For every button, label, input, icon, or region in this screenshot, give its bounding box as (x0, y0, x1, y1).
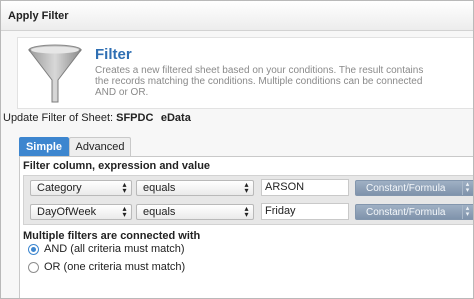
value-type-label: Constant/Formula (366, 183, 446, 194)
column-select[interactable]: DayOfWeek ▴ ▾ (30, 204, 132, 220)
apply-filter-dialog: Apply Filter Filter Creates a new filter… (0, 0, 474, 299)
filter-title: Filter (95, 46, 132, 63)
value-type-select[interactable]: Constant/Formula ▴ ▾ (355, 180, 473, 196)
select-arrows-icon: ▴ ▾ (244, 204, 249, 219)
column-select-value: Category (37, 182, 82, 194)
filter-header: Filter Creates a new filtered sheet base… (17, 37, 473, 109)
dialog-title: Apply Filter (1, 1, 473, 31)
operator-select[interactable]: equals ▴ ▾ (136, 180, 254, 196)
tab-simple[interactable]: Simple (19, 137, 69, 156)
value-input[interactable]: ARSON (261, 179, 349, 196)
radio-and-label: AND (all criteria must match) (44, 243, 185, 255)
tab-advanced[interactable]: Advanced (69, 137, 131, 156)
select-arrows-icon: ▴ ▾ (244, 180, 249, 195)
select-arrows-icon: ▴ ▾ (462, 181, 472, 195)
select-arrows-icon: ▴ ▾ (462, 205, 472, 219)
connector-heading: Multiple filters are connected with (23, 230, 201, 242)
conditions-heading: Filter column, expression and value (23, 160, 211, 172)
column-select-value: DayOfWeek (37, 206, 97, 218)
description-line: Creates a new filtered sheet based on yo… (95, 65, 424, 76)
radio-or-label: OR (one criteria must match) (44, 261, 186, 273)
operator-select-value: equals (143, 182, 176, 194)
description-line: the records matching the conditions. Mul… (95, 76, 423, 87)
radio-and[interactable] (28, 244, 39, 255)
operator-select-value: equals (143, 206, 176, 218)
funnel-icon (27, 44, 83, 103)
column-select[interactable]: Category ▴ ▾ (30, 180, 132, 196)
operator-select[interactable]: equals ▴ ▾ (136, 204, 254, 220)
value-type-select[interactable]: Constant/Formula ▴ ▾ (355, 204, 473, 220)
select-arrows-icon: ▴ ▾ (122, 180, 127, 195)
sheet-name: SFPDC eData (116, 112, 191, 124)
update-filter-label: Update Filter of Sheet: (3, 112, 114, 124)
value-input[interactable]: Friday (261, 203, 349, 220)
update-filter-line: Update Filter of Sheet: SFPDC eData (3, 112, 191, 124)
value-type-label: Constant/Formula (366, 207, 446, 218)
description-line: AND or OR. (95, 87, 149, 98)
filter-description: Creates a new filtered sheet based on yo… (95, 65, 473, 98)
select-arrows-icon: ▴ ▾ (122, 204, 127, 219)
radio-or[interactable] (28, 262, 39, 273)
